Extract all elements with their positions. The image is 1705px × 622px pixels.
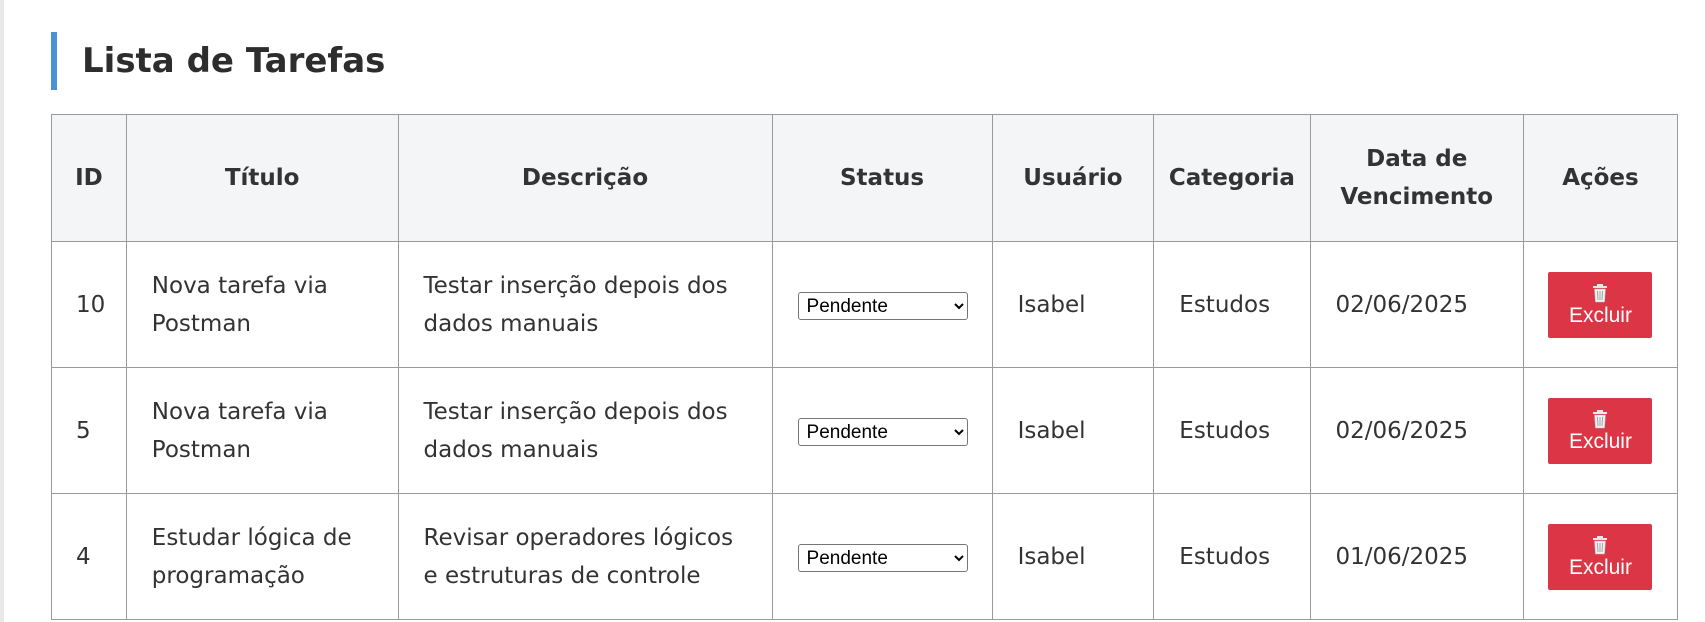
cell-descricao: Testar inserção depois dos dados manuais: [397, 367, 773, 494]
table-header-row: ID Título Descrição Status Usuário Categ…: [51, 114, 1679, 242]
header-usuario: Usuário: [991, 114, 1155, 242]
cell-data-vencimento: 01/06/2025: [1309, 493, 1524, 620]
header-data-vencimento: Data de Vencimento: [1309, 114, 1524, 242]
table-row: 4 Estudar lógica de programação Revisar …: [51, 493, 1679, 620]
cell-acoes: Excluir: [1522, 241, 1679, 368]
delete-button-label: Excluir: [1568, 429, 1632, 453]
header-acoes: Ações: [1522, 114, 1679, 242]
cell-categoria: Estudos: [1153, 493, 1311, 620]
header-categoria: Categoria: [1153, 114, 1311, 242]
cell-acoes: Excluir: [1522, 367, 1679, 494]
cell-status: Pendente: [771, 493, 993, 620]
cell-acoes: Excluir: [1522, 493, 1679, 620]
delete-button-label: Excluir: [1568, 303, 1632, 327]
cell-data-vencimento: 02/06/2025: [1309, 367, 1524, 494]
cell-data-vencimento: 02/06/2025: [1309, 241, 1524, 368]
trash-icon: [1593, 283, 1608, 302]
status-select[interactable]: Pendente: [797, 292, 968, 320]
cell-usuario: Isabel: [991, 241, 1155, 368]
cell-id: 5: [51, 367, 127, 494]
header-status: Status: [771, 114, 993, 242]
delete-button[interactable]: Excluir: [1548, 523, 1653, 590]
header-id: ID: [51, 114, 127, 242]
cell-titulo: Nova tarefa via Postman: [125, 241, 399, 368]
task-list-page: Lista de Tarefas ID Título Descrição Sta…: [51, 32, 1681, 620]
task-table: ID Título Descrição Status Usuário Categ…: [51, 114, 1679, 620]
status-select[interactable]: Pendente: [797, 544, 968, 572]
cell-usuario: Isabel: [991, 493, 1155, 620]
cell-id: 4: [51, 493, 127, 620]
cell-status: Pendente: [771, 241, 993, 368]
cell-id: 10: [51, 241, 127, 368]
cell-titulo: Estudar lógica de programação: [125, 493, 399, 620]
header-titulo: Título: [125, 114, 399, 242]
trash-icon: [1593, 535, 1608, 554]
delete-button-label: Excluir: [1568, 555, 1632, 579]
header-descricao: Descrição: [397, 114, 773, 242]
cell-titulo: Nova tarefa via Postman: [125, 367, 399, 494]
page-left-border: [0, 0, 4, 622]
delete-button[interactable]: Excluir: [1548, 271, 1653, 338]
cell-categoria: Estudos: [1153, 367, 1311, 494]
table-row: 5 Nova tarefa via Postman Testar inserçã…: [51, 367, 1679, 494]
page-title: Lista de Tarefas: [51, 32, 1681, 90]
delete-button[interactable]: Excluir: [1548, 397, 1653, 464]
cell-descricao: Revisar operadores lógicos e estruturas …: [397, 493, 773, 620]
trash-icon: [1593, 409, 1608, 428]
cell-status: Pendente: [771, 367, 993, 494]
table-row: 10 Nova tarefa via Postman Testar inserç…: [51, 241, 1679, 368]
cell-categoria: Estudos: [1153, 241, 1311, 368]
cell-descricao: Testar inserção depois dos dados manuais: [397, 241, 773, 368]
status-select[interactable]: Pendente: [797, 418, 968, 446]
cell-usuario: Isabel: [991, 367, 1155, 494]
